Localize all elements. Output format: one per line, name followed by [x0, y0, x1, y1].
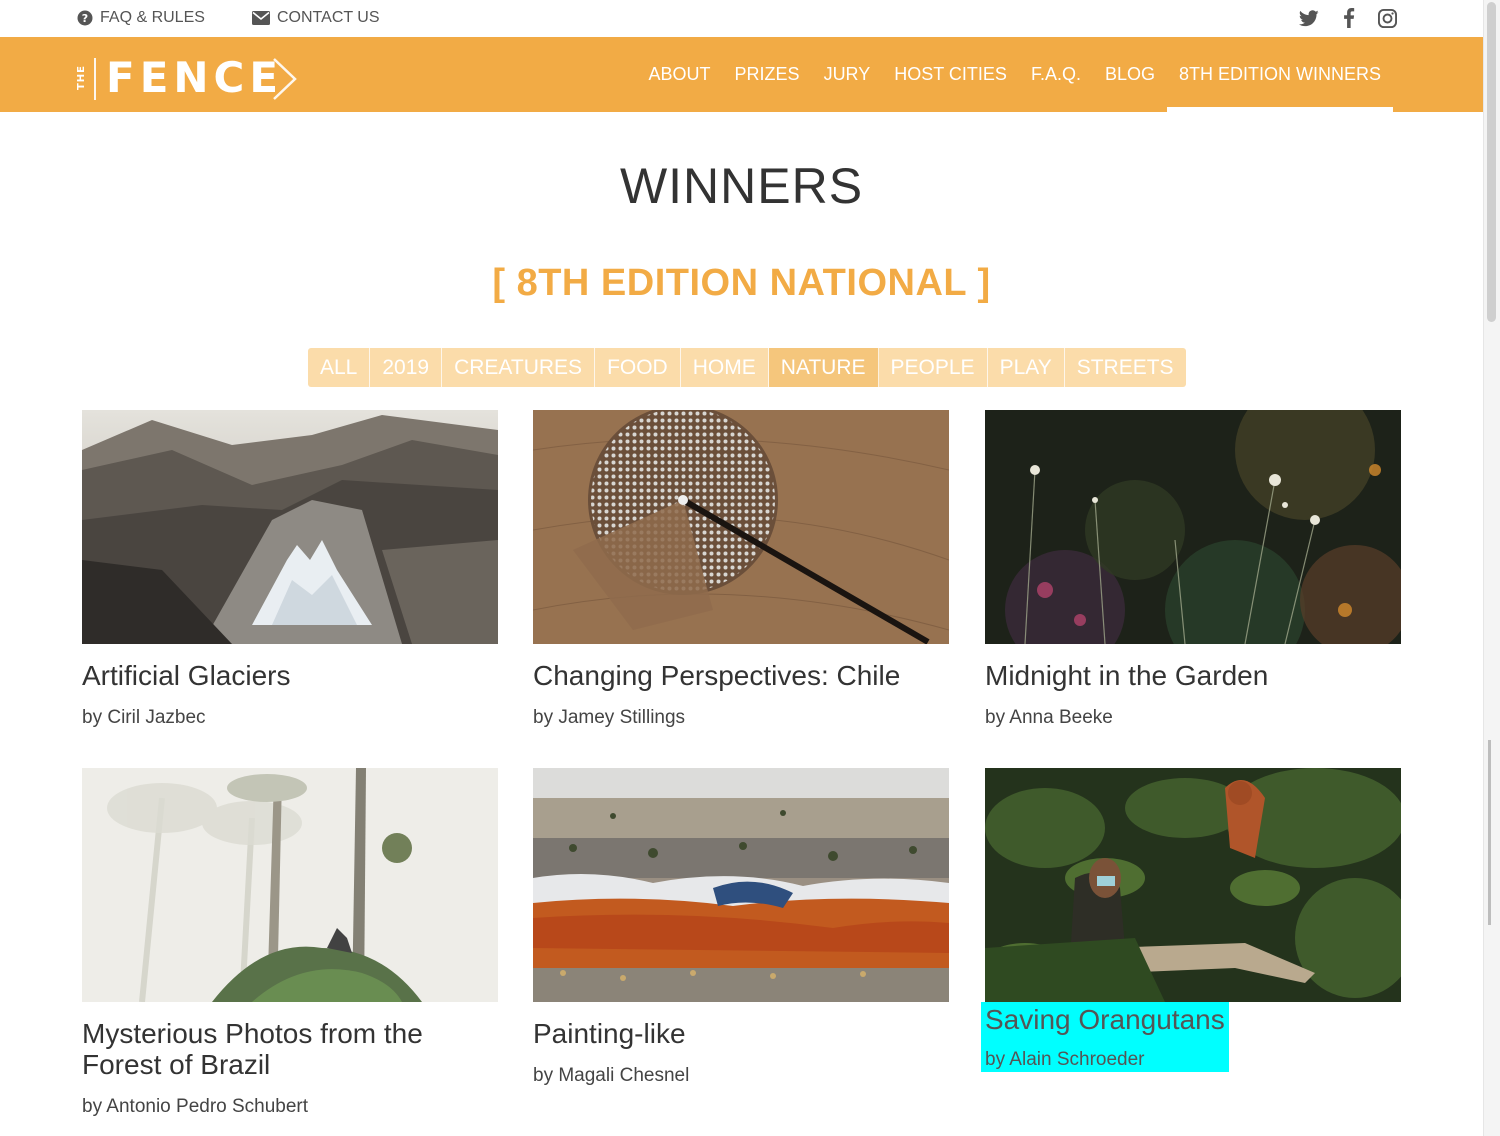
facebook-icon[interactable]	[1338, 7, 1360, 29]
winner-card[interactable]: Midnight in the Garden by Anna Beeke	[985, 410, 1401, 729]
filter-tab-home[interactable]: HOME	[681, 348, 769, 387]
nav-item-blog[interactable]: BLOG	[1093, 37, 1167, 112]
logo-the-mark: THE	[76, 58, 96, 100]
nav-item-jury[interactable]: JURY	[812, 37, 883, 112]
faq-rules-link[interactable]: ? FAQ & RULES	[77, 9, 205, 27]
winner-meta: Midnight in the Garden by Anna Beeke	[985, 660, 1401, 729]
site-logo[interactable]: THE FENCE	[76, 56, 300, 100]
winner-title[interactable]: Saving Orangutans	[985, 1004, 1225, 1035]
faq-rules-label: FAQ & RULES	[100, 9, 205, 26]
winner-photo-painting-like[interactable]	[533, 768, 949, 1002]
winner-meta: Mysterious Photos from the Forest of Bra…	[82, 1018, 498, 1118]
winner-byline: by Ciril Jazbec	[82, 707, 206, 728]
winner-meta-highlighted: Saving Orangutans by Alain Schroeder	[981, 1002, 1229, 1072]
winner-card[interactable]: Saving Orangutans by Alain Schroeder	[981, 768, 1401, 1072]
logo-wordmark: FENCE	[106, 53, 284, 102]
question-circle-icon: ?	[77, 10, 93, 26]
page-title: WINNERS	[619, 158, 864, 214]
winner-title[interactable]: Painting-like	[533, 1018, 949, 1049]
scrollbar-marker	[1488, 740, 1491, 925]
filter-tab-people[interactable]: PEOPLE	[879, 348, 988, 387]
filter-tab-food[interactable]: FOOD	[595, 348, 681, 387]
winner-card[interactable]: Artificial Glaciers by Ciril Jazbec	[82, 410, 498, 729]
scrollbar-thumb[interactable]	[1487, 2, 1496, 322]
winner-title[interactable]: Artificial Glaciers	[82, 660, 498, 691]
logo-small-text: THE	[76, 64, 88, 91]
contact-us-label: CONTACT US	[277, 9, 380, 26]
filter-tab-streets[interactable]: STREETS	[1065, 348, 1186, 387]
nav-item-prizes[interactable]: PRIZES	[723, 37, 812, 112]
winner-photo-midnight-garden[interactable]	[985, 410, 1401, 644]
top-utility-bar: ? FAQ & RULES CONTACT US	[0, 0, 1483, 37]
filter-tab-play[interactable]: PLAY	[988, 348, 1065, 387]
winner-title[interactable]: Mysterious Photos from the Forest of Bra…	[82, 1018, 498, 1080]
winner-title[interactable]: Changing Perspectives: Chile	[533, 660, 949, 691]
contact-us-link[interactable]: CONTACT US	[252, 9, 380, 27]
winner-card[interactable]: Mysterious Photos from the Forest of Bra…	[82, 768, 498, 1118]
instagram-icon[interactable]	[1376, 7, 1398, 29]
nav-item-host-cities[interactable]: HOST CITIES	[882, 37, 1019, 112]
nav-item-8th-edition-winners[interactable]: 8TH EDITION WINNERS	[1166, 37, 1394, 112]
winner-byline: by Antonio Pedro Schubert	[82, 1096, 309, 1117]
nav-item-about[interactable]: ABOUT	[637, 37, 723, 112]
winner-meta: Changing Perspectives: Chile by Jamey St…	[533, 660, 949, 729]
winner-byline: by Magali Chesnel	[533, 1065, 690, 1086]
winner-photo-forest-brazil[interactable]	[82, 768, 498, 1002]
winner-byline: by Jamey Stillings	[533, 707, 686, 728]
filter-tab-2019[interactable]: 2019	[370, 348, 443, 387]
envelope-icon	[252, 10, 270, 26]
winner-title[interactable]: Midnight in the Garden	[985, 660, 1401, 691]
logo-chevron-icon	[273, 58, 297, 100]
winner-byline: by Anna Beeke	[985, 707, 1113, 728]
twitter-icon[interactable]	[1298, 7, 1320, 29]
edition-heading: [ 8TH EDITION NATIONAL ]	[492, 262, 991, 304]
category-filter-bar: ALL 2019 CREATURES FOOD HOME NATURE PEOPLE PLAY…	[308, 348, 1186, 387]
svg-text:?: ?	[82, 12, 88, 25]
nav-item-f-a-q[interactable]: F.A.Q.	[1019, 37, 1093, 112]
filter-tab-all[interactable]: ALL	[308, 348, 371, 387]
winner-photo-changing-perspectives[interactable]	[533, 410, 949, 644]
winner-meta: Painting-like by Magali Chesnel	[533, 1018, 949, 1087]
winner-card[interactable]: Painting-like by Magali Chesnel	[533, 768, 949, 1087]
winner-meta: Artificial Glaciers by Ciril Jazbec	[82, 660, 498, 729]
winner-byline: by Alain Schroeder	[985, 1049, 1145, 1070]
filter-tab-nature[interactable]: NATURE	[768, 348, 879, 387]
filter-tab-creatures[interactable]: CREATURES	[442, 348, 596, 387]
winner-photo-saving-orangutans[interactable]	[985, 768, 1401, 1002]
main-navigation: ABOUT PRIZES JURY HOST CITIES F.A.Q. BLOG 8TH …	[637, 37, 1394, 112]
winner-photo-artificial-glaciers[interactable]	[82, 410, 498, 644]
winner-card[interactable]: Changing Perspectives: Chile by Jamey St…	[533, 410, 949, 729]
